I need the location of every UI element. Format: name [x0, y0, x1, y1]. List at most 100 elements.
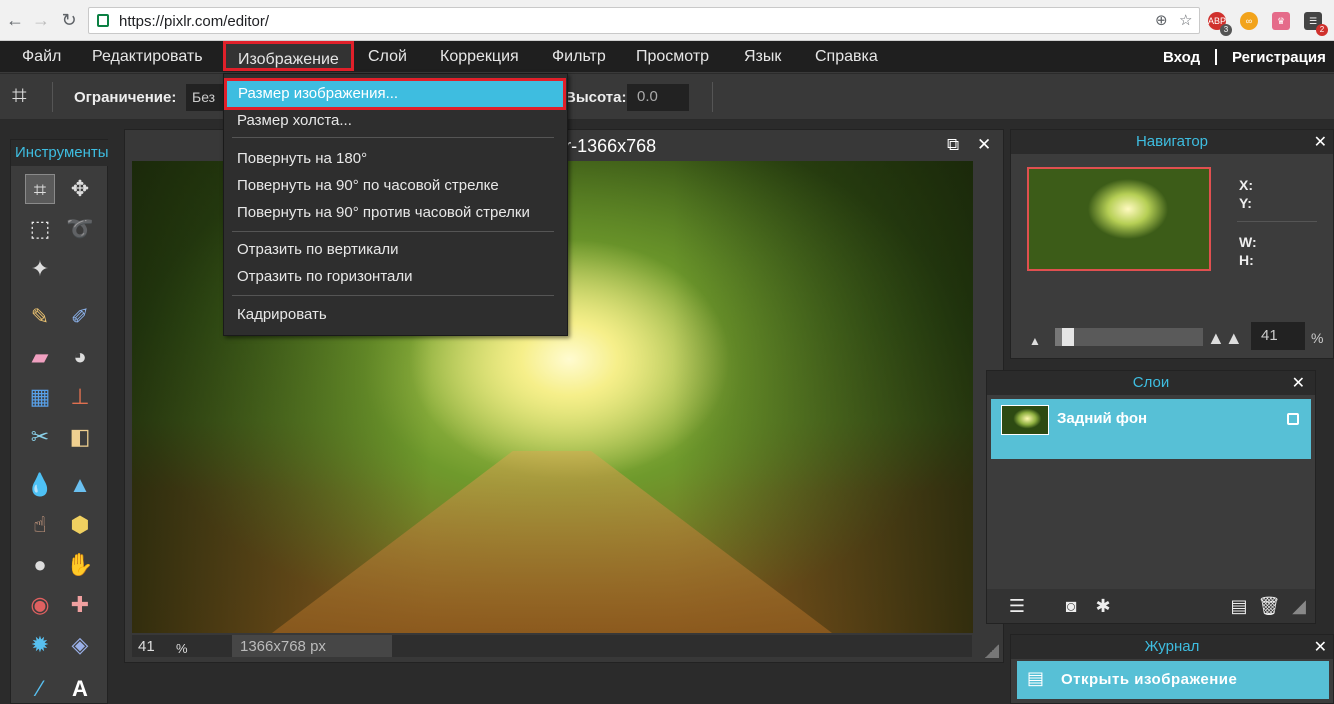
lasso-tool-icon[interactable]: ➰	[65, 214, 95, 244]
constraint-select[interactable]: Без	[186, 84, 226, 111]
pencil-tool-icon[interactable]: ✎	[25, 302, 55, 332]
maximize-icon[interactable]: ⧉	[947, 135, 959, 155]
zoom-in-icon[interactable]: ▲▲	[1207, 328, 1243, 349]
sponge-tool-icon[interactable]: ⬢	[65, 510, 95, 540]
menu-item-image-size[interactable]: Размер изображения...	[224, 78, 566, 110]
options-divider	[52, 82, 53, 112]
lock-icon[interactable]	[1287, 413, 1299, 425]
layer-mask-icon[interactable]: ◙	[1059, 595, 1083, 617]
layer-styles-icon[interactable]: ✱	[1091, 595, 1115, 617]
reload-icon[interactable]: ↻	[60, 11, 78, 29]
image-menu-dropdown: Размер изображения... Размер холста... П…	[223, 73, 568, 336]
height-label: Высота:	[565, 89, 627, 106]
w-label: W:	[1239, 234, 1257, 250]
tool-options-bar: ⌗ Ограничение: Без Высота: 0.0	[0, 74, 1334, 120]
menu-item-rotate-90-cw[interactable]: Повернуть на 90° по часовой стрелке	[237, 177, 499, 194]
zoom-value[interactable]: 41	[138, 638, 155, 655]
menu-language[interactable]: Язык	[744, 48, 781, 66]
h-label: H:	[1239, 252, 1254, 268]
history-panel: Журнал ✕ ▤ Открыть изображение	[1010, 634, 1334, 704]
height-input[interactable]: 0.0	[627, 84, 689, 111]
history-close-icon[interactable]: ✕	[1314, 637, 1327, 657]
color-replace-tool-icon[interactable]: ✂	[25, 422, 55, 452]
menu-adjustment[interactable]: Коррекция	[440, 48, 519, 66]
coord-divider	[1237, 221, 1317, 222]
bookmark-star-icon[interactable]: ☆	[1179, 13, 1195, 29]
gradient-tool-icon[interactable]: ▦	[25, 382, 55, 412]
marquee-tool-icon[interactable]: ⬚	[25, 214, 55, 244]
login-link[interactable]: Вход	[1163, 49, 1200, 66]
navigator-thumbnail[interactable]	[1027, 167, 1211, 271]
close-icon[interactable]: ✕	[977, 135, 991, 155]
magic-wand-tool-icon[interactable]: ✦	[25, 254, 55, 284]
zoom-percent-input[interactable]: 41	[1251, 322, 1305, 350]
tools-title: Инструменты	[11, 140, 109, 166]
delete-layer-icon[interactable]: 🗑	[1257, 595, 1281, 617]
pinch-tool-icon[interactable]: ◈	[65, 630, 95, 660]
menu-item-rotate-90-ccw[interactable]: Повернуть на 90° против часовой стрелки	[237, 204, 530, 221]
extension-crown-icon[interactable]: ♛	[1272, 12, 1290, 30]
layers-close-icon[interactable]: ✕	[1292, 373, 1305, 393]
navigator-close-icon[interactable]: ✕	[1314, 132, 1327, 152]
menu-item-canvas-size[interactable]: Размер холста...	[237, 112, 352, 129]
eraser-tool-icon[interactable]: ▰	[25, 342, 55, 372]
zoom-slider[interactable]	[1055, 328, 1203, 346]
crop-tool-icon[interactable]: ⌗	[25, 174, 55, 204]
brush-tool-icon[interactable]: ✐	[65, 302, 95, 332]
history-item[interactable]: ▤ Открыть изображение	[1017, 661, 1329, 699]
zoom-unit: %	[176, 641, 188, 656]
bloat-tool-icon[interactable]: ✹	[25, 630, 55, 660]
menu-item-flip-horizontal[interactable]: Отразить по горизонтали	[237, 268, 413, 285]
smudge-tool-icon[interactable]: ☝	[25, 510, 55, 540]
sharpen-tool-icon[interactable]: ▲	[65, 470, 95, 500]
spot-heal-tool-icon[interactable]: ✚	[65, 590, 95, 620]
menu-filter[interactable]: Фильтр	[552, 48, 606, 66]
layer-item[interactable]: Задний фон	[991, 399, 1311, 459]
menu-file[interactable]: Файл	[22, 48, 61, 66]
menu-view[interactable]: Просмотр	[636, 48, 709, 66]
blur-tool-icon[interactable]: 💧	[25, 470, 55, 500]
register-link[interactable]: Регистрация	[1232, 49, 1326, 66]
new-layer-icon[interactable]: ▤	[1227, 595, 1251, 617]
dodge-tool-icon[interactable]: ●	[25, 550, 55, 580]
menu-image[interactable]: Изображение	[223, 41, 354, 71]
menu-layer[interactable]: Слой	[368, 48, 407, 66]
lock-icon	[97, 14, 109, 27]
layers-title: Слои	[987, 371, 1315, 395]
history-item-label: Открыть изображение	[1061, 671, 1238, 688]
forward-icon[interactable]: →	[32, 11, 50, 29]
clone-stamp-tool-icon[interactable]: ⊥	[65, 382, 95, 412]
resize-corner-icon[interactable]: ◢	[1287, 595, 1311, 617]
extension-infinity-icon[interactable]: ∞	[1240, 12, 1258, 30]
menu-item-rotate-180[interactable]: Повернуть на 180°	[237, 150, 367, 167]
paint-bucket-tool-icon[interactable]: ◕	[65, 342, 95, 372]
move-tool-icon[interactable]: ✥	[65, 174, 95, 204]
back-icon[interactable]: ←	[6, 11, 24, 29]
image-dimensions: 1366x768 px	[240, 638, 326, 655]
resize-grip-icon[interactable]	[985, 644, 999, 658]
tools-panel: Инструменты ⌗ ✥ ⬚ ➰ ✦ ✎ ✐ ▰ ◕ ▦ ⊥ ✂ ◧ 💧 …	[10, 139, 109, 704]
zoom-out-icon[interactable]: ▲	[1029, 334, 1041, 348]
menu-item-crop[interactable]: Кадрировать	[237, 306, 327, 323]
address-bar[interactable]: https://pixlr.com/editor/ ⊕ ☆	[88, 7, 1200, 34]
url-text[interactable]: https://pixlr.com/editor/	[119, 13, 269, 30]
text-tool-icon[interactable]: A	[65, 674, 95, 704]
layer-thumbnail	[1001, 405, 1049, 435]
burn-tool-icon[interactable]: ✋	[65, 550, 95, 580]
constraint-label: Ограничение:	[74, 89, 177, 106]
drawing-tool-icon[interactable]: ◧	[65, 422, 95, 452]
menu-edit[interactable]: Редактировать	[92, 48, 203, 66]
menu-item-flip-vertical[interactable]: Отразить по вертикали	[237, 241, 399, 258]
zoom-percent-unit: %	[1311, 330, 1324, 346]
red-eye-tool-icon[interactable]: ◉	[25, 590, 55, 620]
menu-help[interactable]: Справка	[815, 48, 878, 66]
color-picker-tool-icon[interactable]: ⁄	[25, 674, 55, 704]
menubar: Файл Редактировать Изображение Слой Корр…	[0, 41, 1334, 73]
crop-tool-icon: ⌗	[12, 80, 27, 110]
layers-toolbar: ☰ ◙ ✱ ▤ 🗑 ◢	[987, 589, 1315, 623]
layers-panel: Слои ✕ Задний фон ☰ ◙ ✱ ▤ 🗑 ◢	[986, 370, 1316, 624]
layer-settings-icon[interactable]: ☰	[1005, 595, 1029, 617]
zoom-icon[interactable]: ⊕	[1155, 13, 1171, 29]
zoom-slider-handle[interactable]	[1062, 328, 1074, 346]
layer-name[interactable]: Задний фон	[1057, 410, 1147, 427]
